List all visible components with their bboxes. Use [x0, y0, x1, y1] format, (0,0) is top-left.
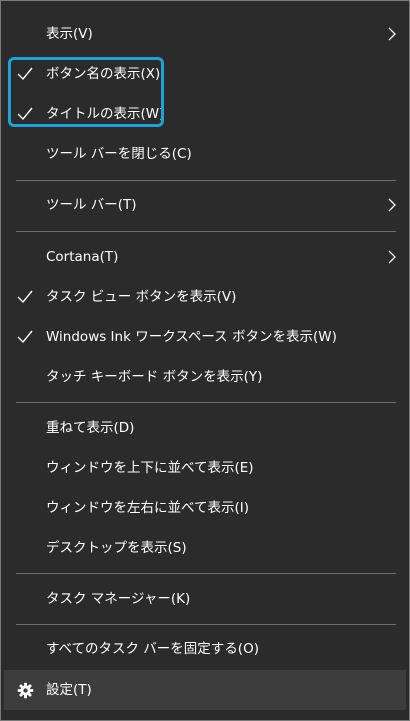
menu-item-label: 設定(T) — [46, 682, 92, 698]
menu-item-show-task-view-button[interactable]: タスク ビュー ボタンを表示(V) — [4, 277, 406, 317]
menu-item-label: ウィンドウを左右に並べて表示(I) — [46, 500, 249, 516]
menu-item-label: ウィンドウを上下に並べて表示(E) — [46, 460, 254, 476]
menu-item-label: すべてのタスク バーを固定する(O) — [46, 641, 259, 657]
menu-item-toolbars[interactable]: ツール バー(T) — [4, 185, 406, 225]
menu-item-label: タイトルの表示(W) — [46, 106, 165, 122]
menu-item-cortana[interactable]: Cortana(T) — [4, 237, 406, 277]
menu-item-show-desktop[interactable]: デスクトップを表示(S) — [4, 528, 406, 568]
gear-icon — [17, 682, 34, 699]
menu-item-label: ツール バー(T) — [46, 197, 137, 213]
menu-item-task-manager[interactable]: タスク マネージャー(K) — [4, 579, 406, 619]
menu-item-view[interactable]: 表示(V) — [4, 14, 406, 54]
menu-item-cascade-windows[interactable]: 重ねて表示(D) — [4, 408, 406, 448]
menu-item-show-windows-ink-button[interactable]: Windows Ink ワークスペース ボタンを表示(W) — [4, 317, 406, 357]
menu-separator — [16, 231, 396, 232]
menu-separator — [16, 180, 396, 181]
menu-separator — [16, 624, 396, 625]
menu-item-show-button-names[interactable]: ボタン名の表示(X) — [4, 54, 406, 94]
checkmark-icon — [17, 330, 33, 344]
menu-item-label: デスクトップを表示(S) — [46, 540, 187, 556]
menu-separator — [16, 573, 396, 574]
chevron-right-icon — [388, 250, 396, 264]
menu-item-lock-taskbars[interactable]: すべてのタスク バーを固定する(O) — [4, 629, 406, 669]
chevron-right-icon — [388, 198, 396, 212]
menu-item-stack-windows[interactable]: ウィンドウを上下に並べて表示(E) — [4, 448, 406, 488]
menu-item-side-by-side-windows[interactable]: ウィンドウを左右に並べて表示(I) — [4, 488, 406, 528]
checkmark-icon — [17, 107, 33, 121]
checkmark-icon — [17, 67, 33, 81]
menu-item-label: Cortana(T) — [46, 249, 119, 265]
menu-item-label: タスク マネージャー(K) — [46, 591, 191, 607]
menu-item-label: 表示(V) — [46, 26, 93, 42]
menu-item-label: ツール バーを閉じる(C) — [46, 146, 192, 162]
taskbar-context-menu: 表示(V) ボタン名の表示(X) タイトルの表示(W) ツール バーを閉じる(C… — [0, 0, 410, 721]
menu-item-close-toolbar[interactable]: ツール バーを閉じる(C) — [4, 134, 406, 174]
menu-item-label: Windows Ink ワークスペース ボタンを表示(W) — [46, 329, 337, 345]
menu-item-label: タスク ビュー ボタンを表示(V) — [46, 289, 237, 305]
checkmark-icon — [17, 290, 33, 304]
chevron-right-icon — [388, 27, 396, 41]
menu-separator — [16, 402, 396, 403]
menu-item-label: 重ねて表示(D) — [46, 420, 135, 436]
menu-item-settings[interactable]: 設定(T) — [4, 670, 406, 710]
menu-item-show-touch-keyboard-button[interactable]: タッチ キーボード ボタンを表示(Y) — [4, 357, 406, 397]
menu-item-label: タッチ キーボード ボタンを表示(Y) — [46, 369, 263, 385]
menu-item-show-titles[interactable]: タイトルの表示(W) — [4, 94, 406, 134]
menu-item-label: ボタン名の表示(X) — [46, 66, 161, 82]
